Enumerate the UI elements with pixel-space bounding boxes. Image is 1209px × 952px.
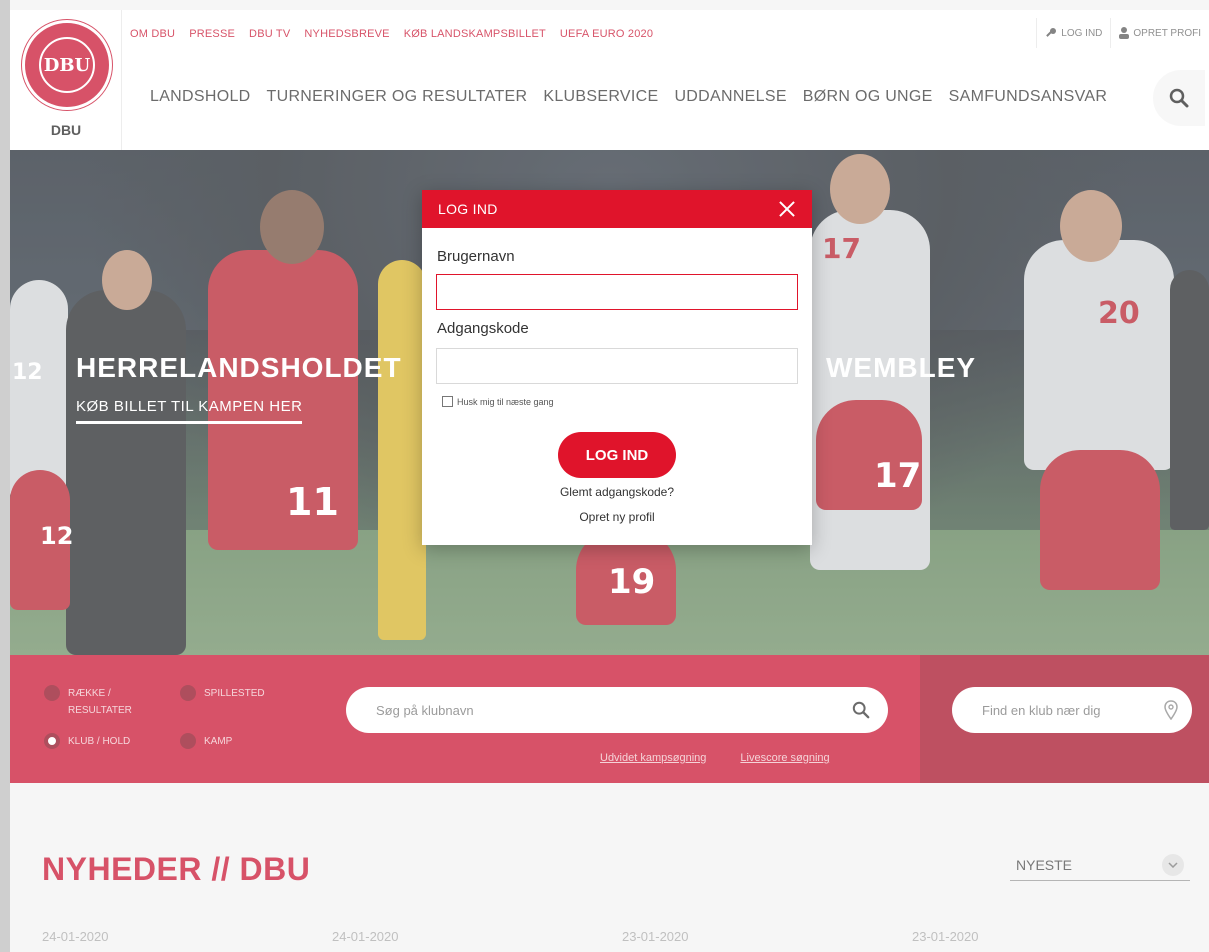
password-input[interactable] bbox=[436, 348, 798, 384]
remember-me[interactable]: Husk mig til næste gang bbox=[442, 396, 554, 407]
remember-me-label: Husk mig til næste gang bbox=[457, 396, 554, 407]
login-modal-header: LOG IND bbox=[422, 190, 812, 228]
username-label: Brugernavn bbox=[437, 248, 515, 265]
close-icon[interactable] bbox=[778, 200, 796, 218]
login-submit-button[interactable]: LOG IND bbox=[558, 432, 676, 478]
login-modal-title: LOG IND bbox=[438, 201, 498, 217]
create-profile-link[interactable]: Opret ny profil bbox=[422, 510, 812, 524]
remember-me-checkbox[interactable] bbox=[442, 396, 453, 407]
password-label: Adgangskode bbox=[437, 320, 529, 337]
page: DBU DBU OM DBU PRESSE DBU TV NYHEDSBREVE… bbox=[0, 0, 1209, 952]
login-modal: LOG IND Brugernavn Adgangskode Husk mig … bbox=[422, 190, 812, 545]
window-edge bbox=[0, 0, 10, 952]
username-input[interactable] bbox=[436, 274, 798, 310]
forgot-password-link[interactable]: Glemt adgangskode? bbox=[422, 485, 812, 499]
